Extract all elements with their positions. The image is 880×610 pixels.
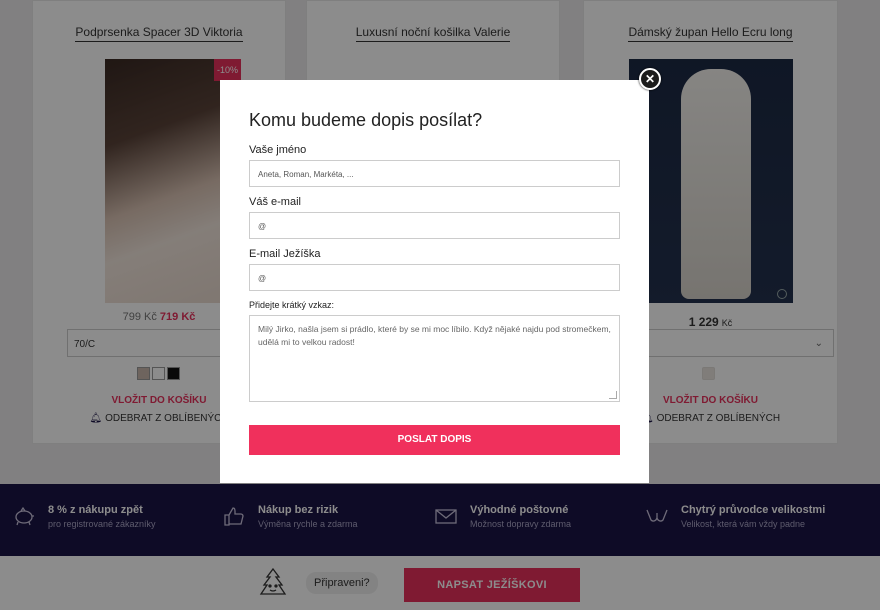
name-label: Vaše jméno: [249, 144, 307, 156]
santa-email-label: E-mail Ježíška: [249, 248, 321, 260]
name-input[interactable]: Aneta, Roman, Markéta, ...: [249, 160, 620, 187]
message-label: Přidejte krátký vzkaz:: [249, 300, 335, 310]
message-textarea[interactable]: Milý Jirko, našla jsem si prádlo, které …: [249, 315, 620, 402]
letter-modal: Komu budeme dopis posílat? Vaše jméno An…: [220, 80, 649, 483]
resize-handle[interactable]: [609, 391, 617, 399]
email-input[interactable]: @: [249, 212, 620, 239]
email-label: Váš e-mail: [249, 196, 301, 208]
send-letter-button[interactable]: POSLAT DOPIS: [249, 425, 620, 455]
santa-email-input[interactable]: @: [249, 264, 620, 291]
close-icon[interactable]: ✕: [639, 68, 661, 90]
modal-title: Komu budeme dopis posílat?: [249, 110, 483, 130]
